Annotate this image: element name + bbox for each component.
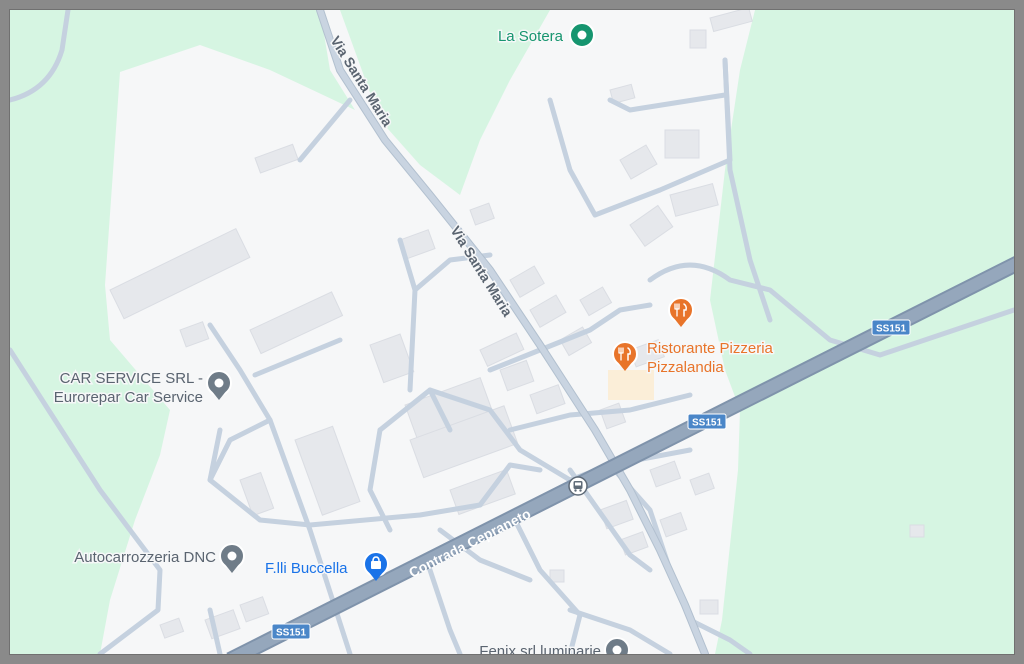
poi-car-service-label-line2: Eurorepar Car Service: [54, 389, 203, 406]
poi-buccella-label: F.lli Buccella: [265, 560, 348, 577]
poi-la-sotera-label: La Sotera: [498, 28, 564, 45]
poi-car-service-label-line1: CAR SERVICE SRL -: [60, 370, 203, 387]
ss151-shield-east-label: SS151: [876, 324, 906, 335]
ss151-shield-middle-label: SS151: [692, 418, 722, 429]
ss151-shield-west-label: SS151: [276, 628, 306, 639]
ss151-shield-west: SS151: [271, 623, 311, 640]
generic-pin-icon: [604, 637, 630, 654]
green-area-east: [710, 10, 1014, 654]
poi-ristorante-label-line2: Pizzalandia: [647, 359, 724, 376]
ss151-shield-east: SS151: [871, 319, 911, 336]
map-frame: Via Santa Maria Via Santa Maria Contrada…: [10, 10, 1014, 654]
poi-fenix-label: Fenix srl luminarie: [479, 643, 601, 654]
poi-ristorante-label-line1: Ristorante Pizzeria: [647, 340, 774, 357]
map-canvas[interactable]: Via Santa Maria Via Santa Maria Contrada…: [10, 10, 1014, 654]
park-pin-icon: [569, 22, 595, 48]
bus-stop-icon[interactable]: [568, 476, 588, 496]
ss151-shield-middle: SS151: [687, 413, 727, 430]
poi-autocarrozzeria-label: Autocarrozzeria DNC: [74, 549, 216, 566]
